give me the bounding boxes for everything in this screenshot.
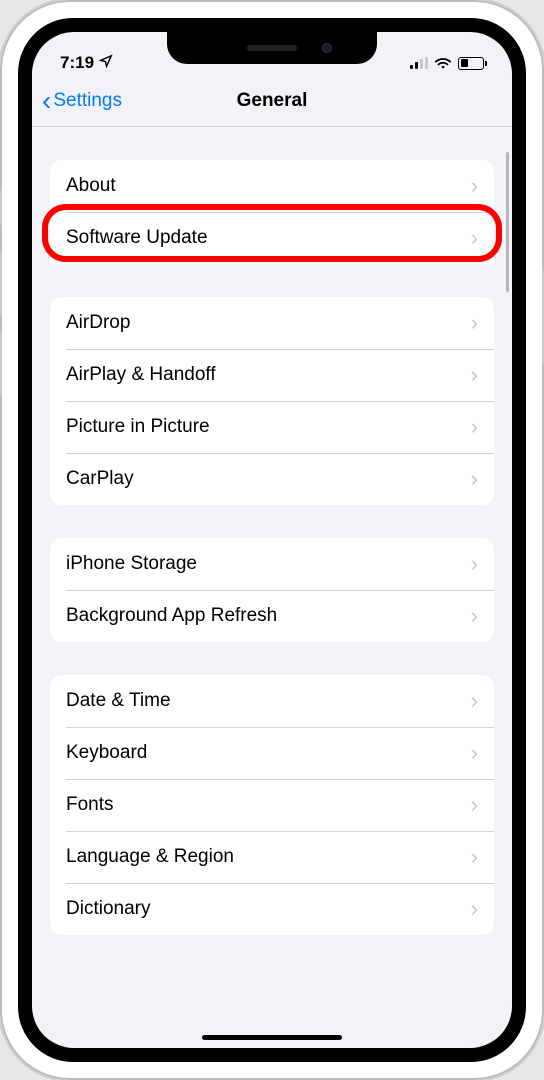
phone-bezel: 7:19 [18,18,526,1062]
battery-fill [461,59,468,67]
home-indicator[interactable] [202,1035,342,1040]
phone-frame: 7:19 [0,0,544,1080]
row-label: Fonts [66,794,114,816]
row-label: Dictionary [66,898,150,920]
wifi-icon [434,57,452,70]
settings-group-storage: iPhone Storage › Background App Refresh … [50,538,494,642]
chevron-right-icon: › [471,225,478,251]
location-icon [99,53,113,73]
row-airdrop[interactable]: AirDrop › [50,297,494,349]
row-keyboard[interactable]: Keyboard › [50,727,494,779]
row-date-time[interactable]: Date & Time › [50,675,494,727]
row-dictionary[interactable]: Dictionary › [50,883,494,935]
row-label: iPhone Storage [66,553,197,575]
row-language-region[interactable]: Language & Region › [50,831,494,883]
chevron-right-icon: › [471,740,478,766]
chevron-left-icon: ‹ [42,87,51,115]
row-label: Language & Region [66,846,234,868]
screen: 7:19 [32,32,512,1048]
row-background-app-refresh[interactable]: Background App Refresh › [50,590,494,642]
row-label: Background App Refresh [66,605,277,627]
row-label: CarPlay [66,468,134,490]
row-about[interactable]: About › [50,160,494,212]
mute-switch [0,190,2,225]
back-button[interactable]: ‹ Settings [42,87,122,115]
row-airplay-handoff[interactable]: AirPlay & Handoff › [50,349,494,401]
status-left: 7:19 [60,53,113,73]
row-label: About [66,175,116,197]
row-label: Keyboard [66,742,147,764]
chevron-right-icon: › [471,362,478,388]
scroll-indicator [506,152,509,292]
cellular-signal-icon [410,57,428,69]
row-fonts[interactable]: Fonts › [50,779,494,831]
speaker [247,45,297,51]
row-label: AirPlay & Handoff [66,364,216,386]
row-label: Software Update [66,227,208,249]
chevron-right-icon: › [471,896,478,922]
chevron-right-icon: › [471,688,478,714]
page-title: General [237,90,308,112]
chevron-right-icon: › [471,310,478,336]
row-label: Picture in Picture [66,416,210,438]
chevron-right-icon: › [471,603,478,629]
chevron-right-icon: › [471,792,478,818]
row-carplay[interactable]: CarPlay › [50,453,494,505]
back-label: Settings [53,90,122,112]
row-label: AirDrop [66,312,130,334]
notch [167,32,377,64]
settings-group-airdrop: AirDrop › AirPlay & Handoff › Picture in… [50,297,494,505]
chevron-right-icon: › [471,173,478,199]
row-picture-in-picture[interactable]: Picture in Picture › [50,401,494,453]
chevron-right-icon: › [471,844,478,870]
row-iphone-storage[interactable]: iPhone Storage › [50,538,494,590]
navigation-bar: ‹ Settings General [32,80,512,127]
row-label: Date & Time [66,690,171,712]
status-time: 7:19 [60,53,94,73]
chevron-right-icon: › [471,466,478,492]
battery-icon [458,57,484,70]
volume-up-button [0,250,2,315]
chevron-right-icon: › [471,414,478,440]
status-right [410,57,484,70]
row-software-update[interactable]: Software Update › [50,212,494,264]
volume-down-button [0,330,2,395]
chevron-right-icon: › [471,551,478,577]
content-scroll[interactable]: About › Software Update › AirDrop › [32,127,512,1019]
front-camera [322,43,332,53]
settings-group-datetime: Date & Time › Keyboard › Fonts › Languag… [50,675,494,935]
settings-group-about: About › Software Update › [50,160,494,264]
